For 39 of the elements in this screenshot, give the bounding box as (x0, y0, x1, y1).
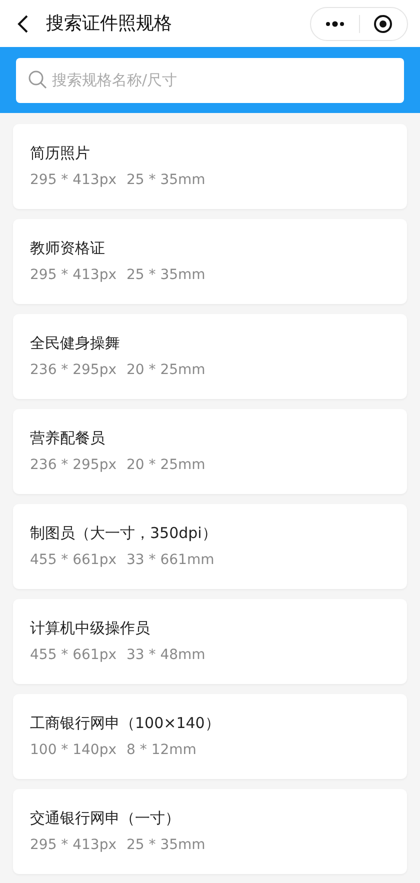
print-size: 25 * 35mm (126, 266, 206, 286)
search-field[interactable]: 搜索规格名称/尺寸 (16, 58, 404, 102)
target-icon (373, 14, 394, 34)
spec-card[interactable]: 交通银行网申（一寸） 295 * 413px 25 * 35mm (13, 789, 407, 874)
print-size: 25 * 35mm (126, 836, 206, 856)
print-size: 20 * 25mm (126, 456, 206, 476)
print-size: 20 * 25mm (126, 361, 206, 380)
spec-name: 教师资格证 (30, 238, 106, 259)
pixel-size: 100 * 140px (30, 741, 117, 760)
spec-card[interactable]: 营养配餐员 236 * 295px 20 * 25mm (13, 409, 407, 494)
pixel-size: 455 * 661px (30, 551, 117, 570)
spec-card[interactable]: 制图员（大一寸，350dpi） 455 * 661px 33 * 661mm (13, 504, 407, 589)
page-title: 搜索证件照规格 (46, 12, 172, 36)
pixel-size: 455 * 661px (30, 646, 117, 666)
spec-name: 营养配餐员 (30, 428, 106, 449)
print-size: 25 * 35mm (126, 171, 206, 190)
print-size: 33 * 48mm (126, 646, 206, 666)
spec-name: 简历照片 (30, 142, 91, 164)
back-icon (17, 14, 29, 34)
pixel-size: 295 * 413px (30, 266, 117, 286)
spec-name: 全民健身操舞 (30, 332, 121, 354)
pixel-size: 295 * 413px (30, 171, 117, 190)
spec-name: 制图员（大一寸，350dpi） (30, 522, 218, 544)
spec-card[interactable]: 教师资格证 295 * 413px 25 * 35mm (13, 219, 407, 304)
spec-name: 交通银行网申（一寸） (30, 808, 181, 829)
spec-name: 计算机中级操作员 (30, 618, 151, 639)
print-size: 33 * 661mm (126, 551, 214, 570)
spec-card[interactable]: 全民健身操舞 236 * 295px 20 * 25mm (13, 314, 407, 399)
print-size: 8 * 12mm (126, 741, 196, 760)
search-input[interactable]: 搜索规格名称/尺寸 (52, 68, 392, 92)
spec-card[interactable]: 计算机中级操作员 455 * 661px 33 * 48mm (13, 599, 407, 684)
spec-card[interactable]: 工商银行网申（100×140） 100 * 140px 8 * 12mm (13, 694, 407, 779)
spec-card[interactable]: 简历照片 295 * 413px 25 * 35mm (13, 124, 407, 209)
spec-name: 工商银行网申（100×140） (30, 712, 221, 734)
search-icon (28, 70, 48, 90)
pixel-size: 236 * 295px (30, 456, 117, 476)
pixel-size: 295 * 413px (30, 836, 117, 856)
pixel-size: 236 * 295px (30, 361, 117, 380)
more-icon (324, 20, 345, 26)
